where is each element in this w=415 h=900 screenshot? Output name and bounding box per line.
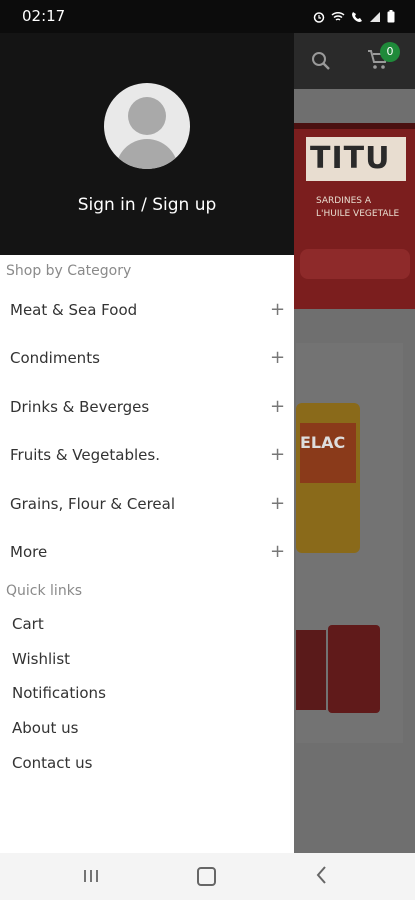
status-time: 02:17: [22, 7, 66, 25]
product-image[interactable]: ELAC: [296, 403, 360, 553]
back-icon[interactable]: [315, 865, 327, 890]
product-image-3[interactable]: [328, 625, 380, 713]
system-nav-bar: [0, 853, 415, 900]
category-drinks-beverges[interactable]: Drinks & Beverges +: [0, 384, 294, 432]
product-image-2[interactable]: [296, 630, 326, 710]
avatar-head: [128, 97, 166, 135]
sign-in-link[interactable]: Sign in / Sign up: [0, 195, 294, 215]
banner-subtitle: SARDINES A L'HUILE VEGETALE: [316, 196, 400, 219]
banner-title: TITU: [310, 141, 391, 176]
quick-link-wishlist[interactable]: Wishlist: [12, 650, 70, 668]
expand-icon[interactable]: +: [270, 493, 285, 514]
avatar-body: [116, 139, 178, 169]
call-icon: [351, 8, 363, 27]
status-icons: [313, 8, 395, 27]
signal-icon: [369, 8, 381, 27]
expand-icon[interactable]: +: [270, 396, 285, 417]
category-more[interactable]: More +: [0, 529, 294, 577]
avatar[interactable]: [104, 83, 190, 169]
search-icon[interactable]: [310, 50, 332, 76]
quick-link-contact-us[interactable]: Contact us: [12, 754, 92, 772]
category-label: Condiments: [10, 349, 100, 367]
alarm-icon: [313, 8, 325, 27]
battery-icon: [387, 8, 395, 27]
category-fruits-vegetables[interactable]: Fruits & Vegetables. +: [0, 432, 294, 480]
promo-banner[interactable]: TITU SARDINES A L'HUILE VEGETALE: [294, 123, 415, 309]
shop-by-category-label: Shop by Category: [6, 263, 132, 279]
category-meat-sea-food[interactable]: Meat & Sea Food +: [0, 287, 294, 335]
expand-icon[interactable]: +: [270, 299, 285, 320]
wifi-icon: [331, 8, 345, 27]
category-label: Drinks & Beverges: [10, 398, 150, 416]
product-label: ELAC: [300, 423, 356, 483]
category-condiments[interactable]: Condiments +: [0, 335, 294, 383]
expand-icon[interactable]: +: [270, 541, 285, 562]
category-label: Grains, Flour & Cereal: [10, 495, 176, 513]
category-label: Meat & Sea Food: [10, 301, 138, 319]
banner-decoration: [300, 249, 410, 279]
category-grains-flour-cereal[interactable]: Grains, Flour & Cereal +: [0, 481, 294, 529]
drawer-header: Sign in / Sign up: [0, 33, 294, 255]
navigation-drawer: Sign in / Sign up Shop by Category Meat …: [0, 33, 294, 853]
quick-link-notifications[interactable]: Notifications: [12, 684, 106, 702]
home-icon[interactable]: [197, 867, 216, 886]
expand-icon[interactable]: +: [270, 444, 285, 465]
category-label: More: [10, 543, 48, 561]
quick-links-label: Quick links: [6, 583, 83, 599]
expand-icon[interactable]: +: [270, 347, 285, 368]
status-bar: 02:17: [0, 0, 415, 33]
quick-link-cart[interactable]: Cart: [12, 615, 44, 633]
quick-link-about-us[interactable]: About us: [12, 719, 78, 737]
recent-apps-icon[interactable]: [82, 868, 100, 888]
category-label: Fruits & Vegetables.: [10, 446, 160, 464]
cart-count-badge: 0: [380, 42, 400, 62]
